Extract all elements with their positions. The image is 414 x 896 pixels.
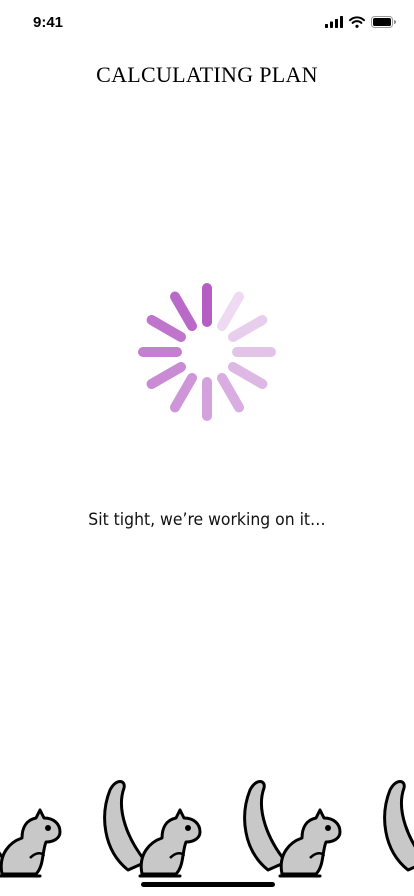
spinner-spoke bbox=[217, 291, 244, 332]
loading-message: Sit tight, we’re working on it… bbox=[88, 510, 326, 530]
wifi-icon bbox=[349, 16, 365, 28]
squirrel-illustration-row bbox=[0, 780, 414, 878]
status-bar: 9:41 bbox=[0, 0, 414, 44]
status-icons bbox=[325, 15, 396, 29]
battery-icon bbox=[371, 16, 396, 28]
spinner-spoke bbox=[146, 362, 187, 389]
page-title: CALCULATING PLAN bbox=[96, 62, 318, 87]
squirrel-icon bbox=[0, 780, 62, 878]
spinner-spoke bbox=[146, 315, 187, 342]
loading-spinner-icon bbox=[138, 283, 276, 421]
spinner-spoke bbox=[170, 291, 197, 332]
cellular-signal-icon bbox=[325, 16, 343, 28]
squirrel-icon bbox=[383, 780, 414, 878]
spinner-spoke bbox=[217, 372, 244, 413]
squirrel-icon bbox=[243, 780, 342, 878]
home-indicator[interactable] bbox=[141, 882, 275, 887]
spinner-spoke bbox=[227, 362, 268, 389]
spinner-spoke bbox=[170, 372, 197, 413]
status-time: 9:41 bbox=[33, 14, 64, 31]
squirrel-icon bbox=[103, 780, 202, 878]
spinner-spoke bbox=[227, 315, 268, 342]
